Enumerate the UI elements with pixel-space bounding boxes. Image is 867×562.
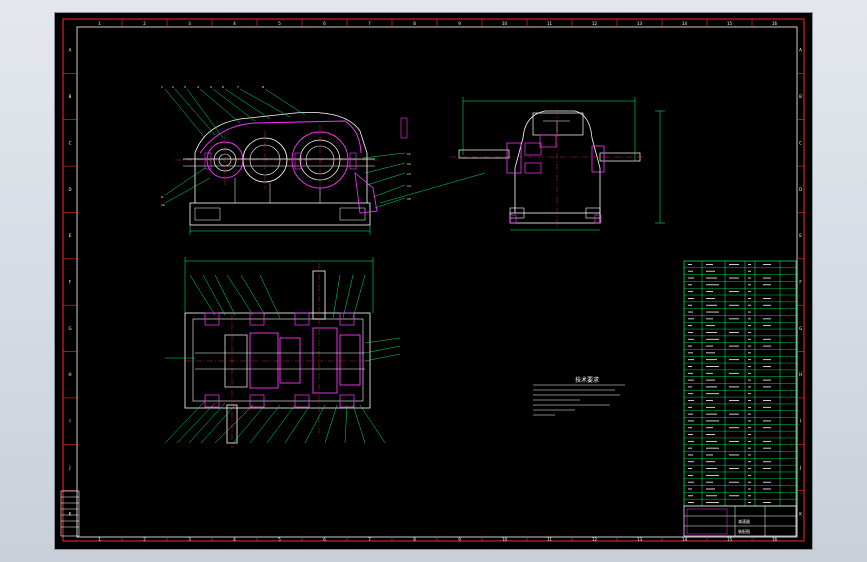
zone-col-label: 7 <box>368 21 371 26</box>
zone-row-label: A <box>799 48 802 53</box>
title-label-b: 装配图 <box>738 528 750 534</box>
zone-row-label: A <box>69 48 72 53</box>
zone-col-label: 16 <box>772 21 778 26</box>
svg-text:2: 2 <box>172 85 174 89</box>
zone-col-label: 16 <box>772 537 778 542</box>
zone-col-label: 10 <box>502 537 508 542</box>
zone-col-label: 4 <box>233 21 236 26</box>
svg-text:5: 5 <box>210 85 212 89</box>
zone-col-label: 15 <box>727 21 733 26</box>
svg-text:6: 6 <box>222 85 224 89</box>
zone-row-label: I <box>69 419 70 424</box>
top-view[interactable] <box>164 257 401 448</box>
svg-text:11: 11 <box>407 152 411 156</box>
zone-row-label: I <box>800 419 801 424</box>
zone-col-label: 5 <box>278 21 281 26</box>
zone-row-label: E <box>799 233 802 238</box>
zone-row-label: K <box>799 511 802 516</box>
zone-col-label: 8 <box>413 21 416 26</box>
zone-row-label: J <box>799 465 801 470</box>
assembly-drawing[interactable]: 1 2 3 4 5 6 7 8 9 10 11 12 13 14 15 16 1 2 3 4 5 6 7 8 9 10 11 12 1… <box>55 13 812 549</box>
svg-text:7: 7 <box>237 85 239 89</box>
svg-text:9: 9 <box>161 195 163 199</box>
sheet-frame: 1 2 3 4 5 6 7 8 9 10 11 12 13 14 15 16 1 2 3 4 5 6 7 8 9 10 11 12 1… <box>60 18 805 542</box>
title-block[interactable]: 减速器 装配图 <box>683 505 797 537</box>
zone-col-label: 14 <box>682 21 688 26</box>
zone-col-label: 2 <box>143 21 146 26</box>
zone-col-label: 11 <box>547 537 553 542</box>
parts-list-table[interactable] <box>683 260 797 507</box>
zone-row-label: J <box>68 465 70 470</box>
side-view[interactable] <box>450 97 665 231</box>
zone-col-label: 13 <box>637 21 643 26</box>
svg-text:13: 13 <box>407 172 411 176</box>
svg-text:4: 4 <box>197 85 199 89</box>
zone-rows-left: A B C D E F G H I J K <box>63 48 77 516</box>
zone-row-label: F <box>799 280 802 285</box>
zone-col-label: 15 <box>727 537 733 542</box>
zone-col-label: 8 <box>413 537 416 542</box>
zone-col-label: 10 <box>502 21 508 26</box>
zone-row-label: B <box>799 94 802 99</box>
zone-col-label: 14 <box>682 537 688 542</box>
zone-col-label: 1 <box>98 537 101 542</box>
zone-row-label: F <box>69 280 72 285</box>
technical-requirements-title: 技术要求 <box>574 377 599 384</box>
zone-col-label: 3 <box>188 537 191 542</box>
zone-col-label: 12 <box>592 21 598 26</box>
zone-row-label: D <box>799 187 802 192</box>
zone-row-label: B <box>69 94 72 99</box>
zone-row-label: C <box>799 140 802 145</box>
zone-col-label: 12 <box>592 537 598 542</box>
title-label-a: 减速器 <box>738 518 750 524</box>
zone-col-label: 7 <box>368 537 371 542</box>
technical-requirements-block <box>533 384 625 416</box>
outer-border <box>62 18 805 542</box>
zone-col-label: 9 <box>458 537 461 542</box>
svg-text:12: 12 <box>407 162 411 166</box>
zone-row-label: G <box>799 326 802 331</box>
zone-col-label: 5 <box>278 537 281 542</box>
svg-text:8: 8 <box>262 85 264 89</box>
svg-text:1: 1 <box>161 85 163 89</box>
table-row-lines <box>684 267 796 500</box>
zone-col-label: 4 <box>233 537 236 542</box>
zone-col-label: 6 <box>323 537 326 542</box>
front-view[interactable]: 123 456 78 910 111213 1415 <box>161 85 486 235</box>
zone-col-label: 9 <box>458 21 461 26</box>
zone-row-label: C <box>69 140 72 145</box>
zone-row-label: H <box>68 372 71 377</box>
zone-row-label: K <box>69 511 72 516</box>
zone-col-label: 6 <box>323 21 326 26</box>
zone-rows-right: A B C D E F G H I J K <box>797 48 804 516</box>
zone-col-label: 2 <box>143 537 146 542</box>
svg-text:3: 3 <box>184 85 186 89</box>
svg-text:14: 14 <box>407 184 411 188</box>
cad-viewport[interactable]: 1 2 3 4 5 6 7 8 9 10 11 12 13 14 15 16 1 2 3 4 5 6 7 8 9 10 11 12 1… <box>55 13 812 549</box>
zone-row-label: G <box>68 326 71 331</box>
zone-col-label: 1 <box>98 21 101 26</box>
svg-text:15: 15 <box>407 197 411 201</box>
zone-row-label: E <box>69 233 72 238</box>
zone-col-label: 3 <box>188 21 191 26</box>
zone-row-label: D <box>68 187 71 192</box>
zone-columns-top: 1 2 3 4 5 6 7 8 9 10 11 12 13 14 15 16 <box>98 19 777 27</box>
svg-text:10: 10 <box>161 203 165 207</box>
zone-row-label: H <box>799 372 802 377</box>
zone-col-label: 11 <box>547 21 553 26</box>
zone-col-label: 13 <box>637 537 643 542</box>
